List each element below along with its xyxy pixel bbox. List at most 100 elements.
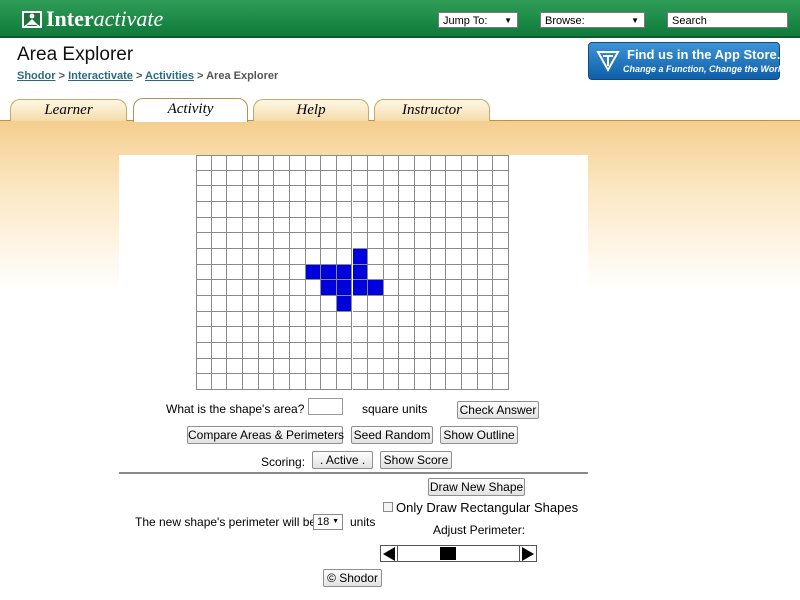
grid-cell[interactable] [446, 202, 463, 218]
grid-cell[interactable] [415, 233, 431, 249]
only-rectangular-checkbox[interactable] [383, 502, 393, 512]
grid-cell[interactable] [352, 170, 369, 187]
slider-thumb[interactable] [440, 547, 456, 560]
grid-cell[interactable] [430, 186, 447, 202]
grid-cell[interactable] [383, 264, 400, 281]
grid-cell[interactable] [462, 155, 478, 171]
grid-cell[interactable] [477, 327, 494, 343]
grid-cell[interactable] [274, 327, 290, 343]
grid-cell[interactable] [352, 374, 369, 390]
grid-cell[interactable] [258, 374, 275, 390]
grid-cell[interactable] [211, 280, 228, 296]
grid-cell[interactable] [289, 186, 306, 202]
grid-cell[interactable] [415, 296, 431, 312]
grid-cell[interactable] [321, 343, 337, 359]
grid-cell[interactable] [446, 186, 463, 202]
grid-cell[interactable] [196, 296, 212, 312]
area-answer-input[interactable] [308, 398, 343, 415]
grid-cell[interactable] [321, 217, 337, 234]
grid-cell[interactable] [352, 343, 369, 359]
grid-cell[interactable] [242, 202, 259, 218]
grid-cell[interactable] [242, 374, 259, 390]
show-score-button[interactable]: Show Score [380, 451, 452, 469]
grid-cell[interactable] [321, 358, 337, 375]
grid-cell[interactable] [477, 186, 494, 202]
grid-cell[interactable] [477, 358, 494, 375]
grid-cell[interactable] [258, 343, 275, 359]
grid-cell[interactable] [211, 233, 228, 249]
grid-cell[interactable] [462, 202, 478, 218]
grid-cell[interactable] [383, 217, 400, 234]
grid-cell[interactable] [415, 186, 431, 202]
grid-cell[interactable] [493, 311, 509, 328]
grid-cell[interactable] [352, 202, 369, 218]
grid-cell[interactable] [274, 202, 290, 218]
grid-cell[interactable] [196, 155, 212, 171]
grid-cell[interactable] [305, 343, 322, 359]
grid-cell[interactable] [383, 170, 400, 187]
grid-cell[interactable] [446, 280, 463, 296]
grid-cell[interactable] [274, 280, 290, 296]
grid-cell[interactable] [211, 249, 228, 265]
jump-to-select[interactable]: Jump To: ▼ [438, 12, 518, 28]
grid-cell[interactable] [258, 170, 275, 187]
grid-cell[interactable] [321, 249, 337, 265]
grid-cell[interactable] [415, 170, 431, 187]
grid-cell[interactable] [430, 202, 447, 218]
grid-cell[interactable] [289, 233, 306, 249]
grid-cell[interactable] [211, 217, 228, 234]
grid-cell[interactable] [305, 233, 322, 249]
grid-cell[interactable] [383, 155, 400, 171]
grid-cell[interactable] [352, 296, 369, 312]
grid-cell[interactable] [430, 343, 447, 359]
grid-cell[interactable] [227, 217, 243, 234]
grid-cell[interactable] [383, 233, 400, 249]
grid-cell[interactable] [289, 217, 306, 234]
grid-cell[interactable] [368, 327, 384, 343]
grid-cell[interactable] [477, 280, 494, 296]
grid-cell[interactable] [196, 374, 212, 390]
grid-cell[interactable] [493, 202, 509, 218]
grid-cell[interactable] [477, 374, 494, 390]
grid-cell[interactable] [399, 186, 416, 202]
grid-cell[interactable] [446, 170, 463, 187]
grid-cell[interactable] [368, 358, 384, 375]
show-outline-button[interactable]: Show Outline [440, 426, 518, 444]
grid-cell[interactable] [383, 296, 400, 312]
grid-cell-filled[interactable] [336, 264, 353, 281]
grid-cell[interactable] [477, 311, 494, 328]
grid-cell[interactable] [196, 280, 212, 296]
grid-cell[interactable] [336, 311, 353, 328]
grid-cell[interactable] [211, 155, 228, 171]
grid-cell[interactable] [430, 327, 447, 343]
grid-cell[interactable] [242, 170, 259, 187]
grid-cell[interactable] [242, 327, 259, 343]
grid-cell[interactable] [211, 296, 228, 312]
grid-cell[interactable] [493, 343, 509, 359]
grid-cell[interactable] [274, 374, 290, 390]
grid-cell[interactable] [227, 327, 243, 343]
grid-cell[interactable] [462, 233, 478, 249]
grid-cell[interactable] [289, 311, 306, 328]
grid-cell[interactable] [211, 374, 228, 390]
grid-cell[interactable] [368, 374, 384, 390]
grid-cell[interactable] [227, 155, 243, 171]
grid-cell[interactable] [399, 155, 416, 171]
grid-cell-filled[interactable] [321, 280, 337, 296]
grid-cell[interactable] [430, 311, 447, 328]
tab-help[interactable]: Help [253, 99, 369, 121]
grid-cell[interactable] [289, 358, 306, 375]
grid-cell[interactable] [493, 374, 509, 390]
grid-cell[interactable] [462, 358, 478, 375]
grid-cell[interactable] [477, 264, 494, 281]
grid-cell[interactable] [274, 343, 290, 359]
grid-cell[interactable] [399, 280, 416, 296]
grid-cell[interactable] [211, 202, 228, 218]
tab-learner[interactable]: Learner [10, 99, 127, 121]
grid-cell[interactable] [274, 249, 290, 265]
grid-cell[interactable] [415, 343, 431, 359]
app-store-banner[interactable]: Find us in the App Store. Change a Funct… [588, 42, 786, 80]
slider-right-arrow-icon[interactable] [522, 547, 534, 561]
grid-cell[interactable] [289, 280, 306, 296]
grid-cell[interactable] [289, 296, 306, 312]
